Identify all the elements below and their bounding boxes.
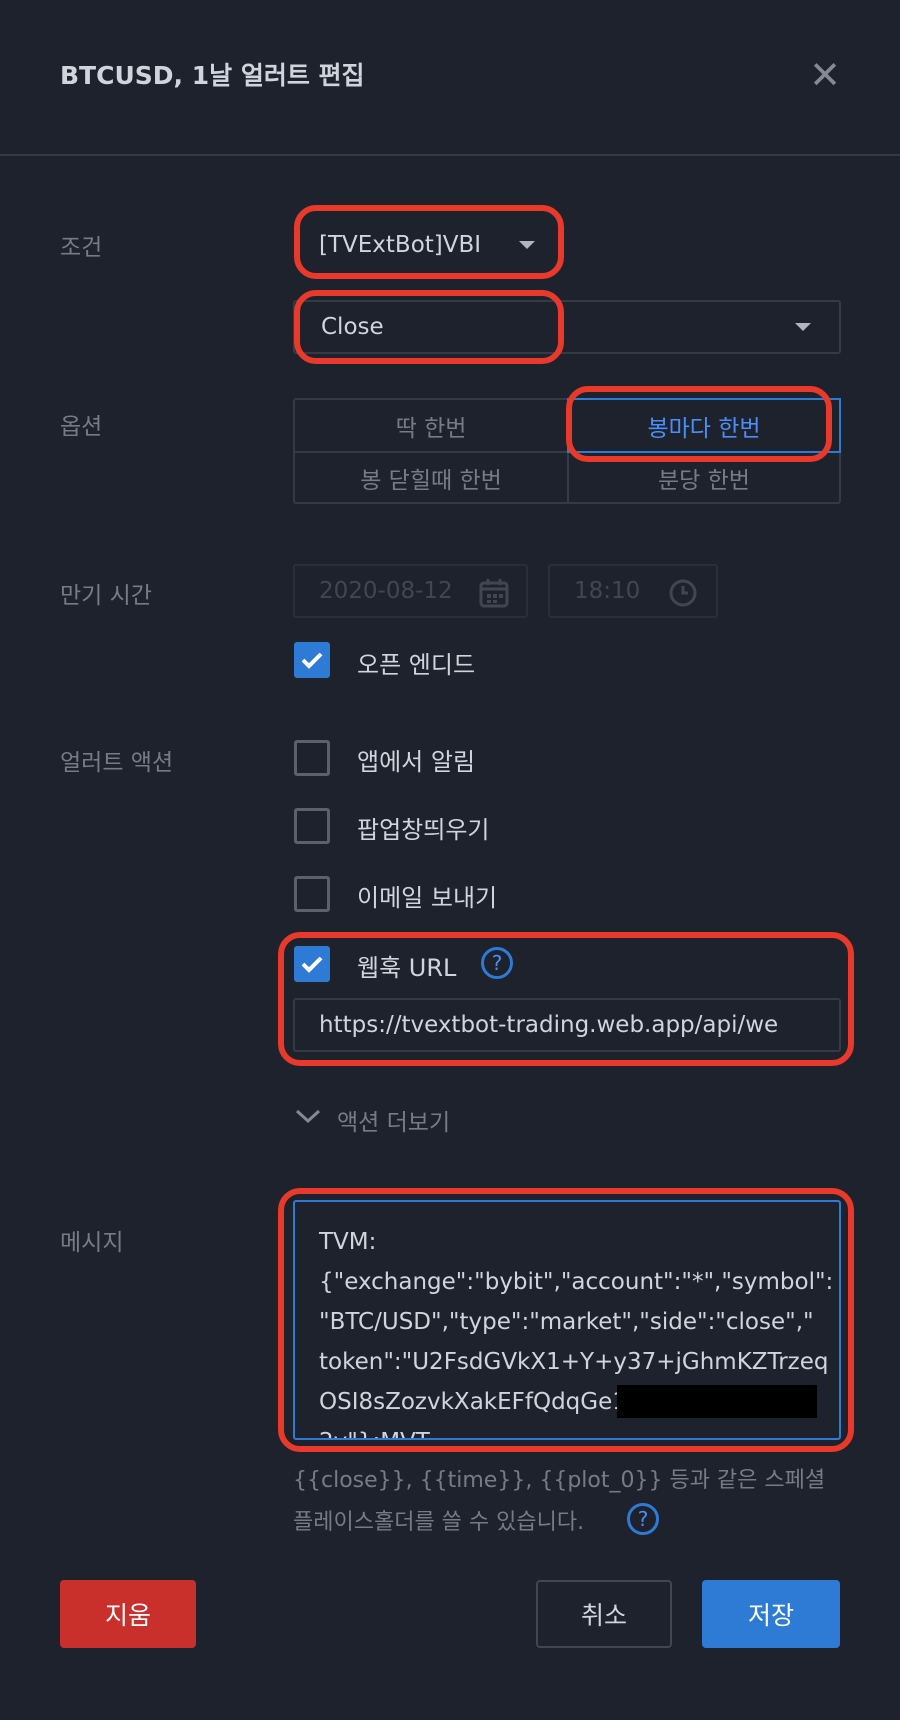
option-once-per-bar[interactable]: 봉마다 한번 [567, 398, 841, 453]
message-line: "BTC/USD","type":"market","side":"close"… [319, 1309, 814, 1335]
expiry-label: 만기 시간 [60, 583, 152, 609]
open-ended-checkbox[interactable] [294, 642, 330, 678]
expiry-time-placeholder: 18:10 [574, 578, 641, 604]
message-line: 2v"}:MVT [319, 1422, 833, 1438]
notify-app-checkbox[interactable] [294, 740, 330, 776]
dialog-title: BTCUSD, 1날 얼러트 편집 [60, 61, 365, 90]
notify-app-label: 앱에서 알림 [357, 748, 476, 776]
option-once-per-minute[interactable]: 분당 한번 [569, 453, 839, 502]
help-icon[interactable]: ? [481, 947, 513, 979]
message-line: token":"U2FsdGVkX1+Y+y37+jGhmKZTrzeq [319, 1349, 829, 1375]
redaction-block [617, 1385, 817, 1418]
clock-icon [669, 579, 697, 607]
more-actions-link[interactable]: 액션 더보기 [337, 1103, 450, 1137]
check-icon [301, 956, 323, 973]
options-label: 옵션 [60, 414, 103, 440]
plot-select-value: Close [321, 314, 384, 340]
actions-label: 얼러트 액션 [60, 750, 174, 776]
placeholder-hint-line1: {{close}}, {{time}}, {{plot_0}} 등과 같은 스페… [293, 1468, 826, 1493]
option-once-per-bar-close[interactable]: 봉 닫힐때 한번 [295, 453, 567, 502]
calendar-icon [479, 579, 509, 608]
chevron-down-icon [519, 241, 535, 249]
delete-button[interactable]: 지움 [60, 1580, 196, 1648]
popup-label: 팝업창띄우기 [357, 816, 490, 844]
message-label: 메시지 [60, 1230, 124, 1256]
options-group: 딱 한번 봉마다 한번 봉 닫힐때 한번 분당 한번 [293, 398, 841, 504]
cancel-button[interactable]: 취소 [536, 1580, 672, 1648]
chevron-down-icon [295, 1109, 321, 1124]
expiry-date-placeholder: 2020-08-12 [319, 578, 453, 604]
check-icon [301, 652, 323, 669]
webhook-label: 웹훅 URL [357, 954, 457, 982]
webhook-url-value: https://tvextbot-trading.web.app/api/we [319, 1012, 779, 1038]
help-icon[interactable]: ? [627, 1503, 659, 1535]
save-button[interactable]: 저장 [702, 1580, 840, 1648]
close-icon[interactable]: ✕ [805, 55, 845, 95]
email-checkbox[interactable] [294, 876, 330, 912]
expiry-time-input: 18:10 [548, 564, 718, 618]
option-once[interactable]: 딱 한번 [295, 400, 567, 451]
webhook-checkbox[interactable] [294, 946, 330, 982]
condition-label: 조건 [60, 235, 103, 261]
message-line: TVM: [319, 1229, 377, 1255]
header-divider [0, 154, 900, 156]
message-line: {"exchange":"bybit","account":"*","symbo… [319, 1269, 834, 1295]
open-ended-label: 오픈 엔디드 [357, 651, 476, 679]
webhook-url-input[interactable]: https://tvextbot-trading.web.app/api/we [293, 998, 841, 1052]
plot-select[interactable]: Close [293, 300, 841, 354]
indicator-select-value: [TVExtBot]VBI [319, 232, 482, 258]
chevron-down-icon [795, 323, 811, 331]
indicator-select[interactable]: [TVExtBot]VBI [293, 218, 548, 272]
message-textarea[interactable]: TVM: {"exchange":"bybit","account":"*","… [293, 1200, 841, 1440]
popup-checkbox[interactable] [294, 808, 330, 844]
email-label: 이메일 보내기 [357, 884, 498, 912]
placeholder-hint-line2: 플레이스홀더를 쓸 수 있습니다. [293, 1510, 585, 1535]
expiry-date-input: 2020-08-12 [293, 564, 528, 618]
